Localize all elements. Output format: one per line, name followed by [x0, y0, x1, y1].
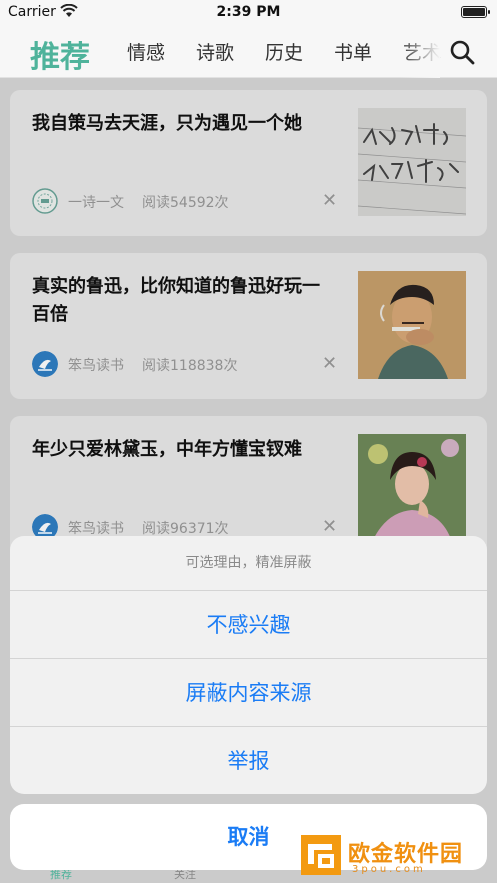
report-button[interactable]: 举报: [10, 726, 487, 794]
clock: 2:39 PM: [216, 4, 281, 20]
status-bar: Carrier 2:39 PM: [0, 0, 497, 26]
nav-fade-overlay: [400, 26, 440, 78]
search-icon[interactable]: [448, 38, 476, 66]
tab-poetry[interactable]: 诗歌: [196, 38, 234, 65]
category-nav: 推荐 情感 诗歌 历史 书单 艺术: [0, 26, 497, 78]
block-source-button[interactable]: 屏蔽内容来源: [10, 658, 487, 726]
tab-booklist[interactable]: 书单: [334, 38, 372, 65]
not-interested-button[interactable]: 不感兴趣: [10, 590, 487, 658]
watermark-logo-icon: [301, 835, 341, 875]
sheet-title: 可选理由，精准屏蔽: [185, 555, 312, 571]
tab-history[interactable]: 历史: [265, 38, 303, 65]
site-watermark: 欧金软件园 3pou.com: [300, 832, 490, 880]
action-sheet: 可选理由，精准屏蔽 不感兴趣 屏蔽内容来源 举报: [10, 536, 487, 794]
battery-icon: [461, 6, 490, 18]
watermark-url: 3pou.com: [352, 864, 426, 875]
tab-recommend[interactable]: 推荐: [30, 32, 90, 76]
tab-emotion[interactable]: 情感: [127, 38, 165, 65]
